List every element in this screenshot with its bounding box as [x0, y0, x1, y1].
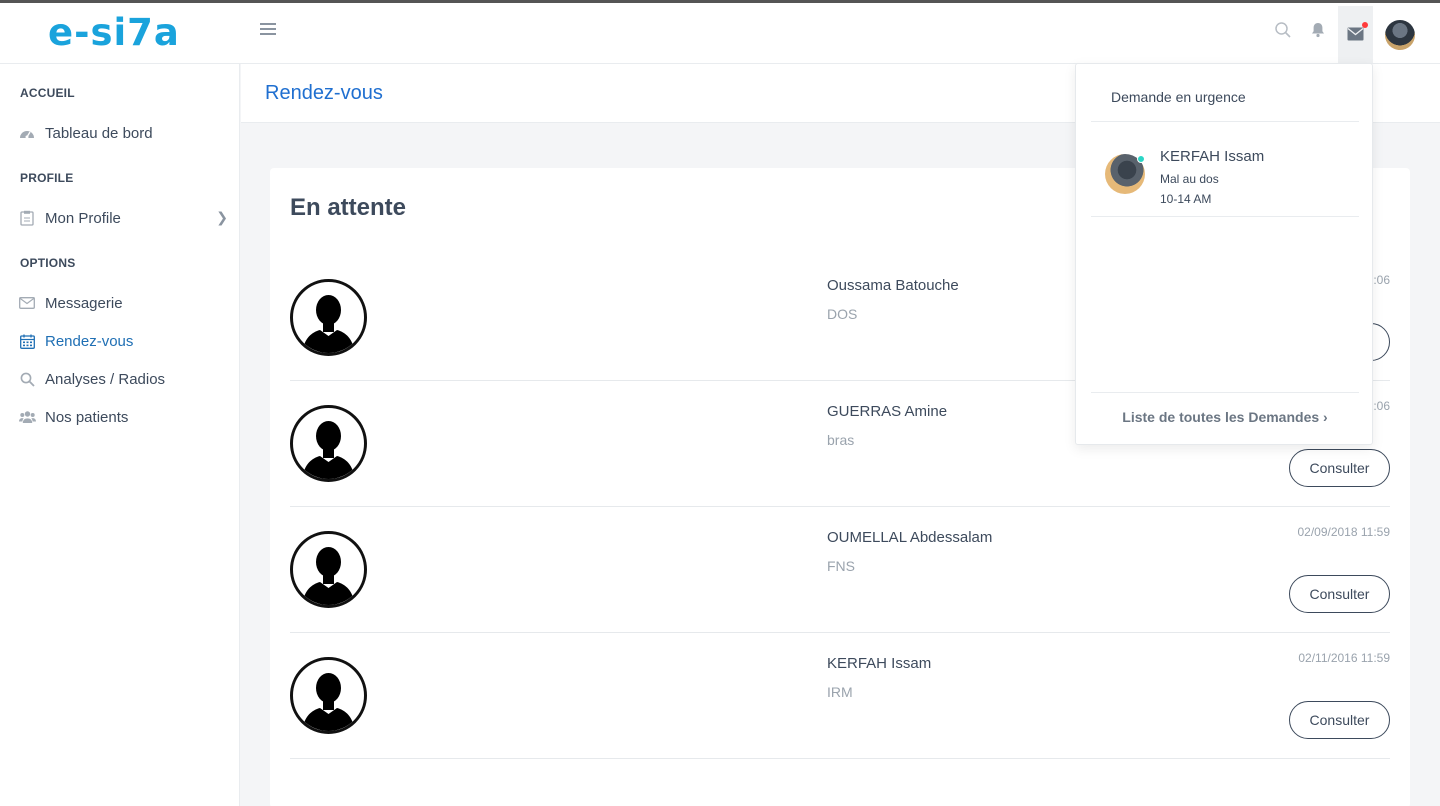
urgent-requests-dropdown: Demande en urgence KERFAH Issam Mal au d…: [1075, 63, 1373, 445]
sidebar-section-options: OPTIONS: [20, 256, 76, 270]
users-icon: [18, 408, 36, 426]
logo[interactable]: e-si7a: [48, 11, 180, 54]
sidebar-section-profile: PROFILE: [20, 171, 74, 185]
consult-button[interactable]: Consulter: [1289, 575, 1390, 613]
menu-icon[interactable]: [260, 23, 276, 37]
sidebar-item-label: Messagerie: [45, 294, 123, 312]
consult-button[interactable]: Consulter: [1289, 701, 1390, 739]
clipboard-icon: [18, 209, 36, 227]
chevron-right-icon: ›: [1323, 409, 1328, 425]
patient-avatar: [290, 531, 367, 608]
chevron-right-icon: ❯: [216, 209, 228, 225]
appointment-reason: bras: [827, 432, 855, 448]
patient-name: KERFAH Issam: [827, 655, 932, 672]
appointment-date: 02/11/2016 11:59: [1298, 651, 1390, 665]
mail-icon[interactable]: [1338, 6, 1373, 63]
appointment-reason: IRM: [827, 684, 853, 700]
page-title: Rendez-vous: [265, 82, 383, 104]
search-icon: [18, 370, 36, 388]
patient-name: Oussama Batouche: [827, 277, 959, 294]
table-row: OUMELLAL Abdessalam FNS 02/09/2018 11:59…: [290, 507, 1390, 633]
all-requests-link[interactable]: Liste de toutes les Demandes ›: [1076, 409, 1374, 425]
sidebar-item-label: Analyses / Radios: [45, 370, 166, 388]
divider: [1091, 392, 1359, 393]
sidebar-item-messagerie[interactable]: Messagerie: [0, 288, 240, 318]
search-icon[interactable]: [1274, 21, 1296, 43]
dropdown-header: Demande en urgence: [1111, 89, 1246, 105]
request-time: 10-14 AM: [1160, 192, 1212, 206]
consult-button[interactable]: Consulter: [1289, 449, 1390, 487]
envelope-icon: [18, 294, 36, 312]
online-status-dot: [1137, 155, 1145, 163]
sidebar-item-nos-patients[interactable]: Nos patients: [0, 402, 240, 432]
sidebar-item-label: Nos patients: [45, 408, 129, 426]
all-requests-label: Liste de toutes les Demandes: [1122, 409, 1320, 425]
patient-avatar: [290, 657, 367, 734]
patient-avatar: [290, 279, 367, 356]
notification-dot: [1362, 22, 1368, 28]
request-subject: Mal au dos: [1160, 172, 1219, 186]
appointment-reason: FNS: [827, 558, 855, 574]
patient-name: OUMELLAL Abdessalam: [827, 529, 993, 546]
patient-name: GUERRAS Amine: [827, 403, 948, 420]
sidebar-item-mon-profile[interactable]: Mon Profile ❯: [0, 203, 240, 233]
sidebar: ACCUEIL Tableau de bord PROFILE Mon Prof…: [0, 64, 240, 806]
request-sender-name: KERFAH Issam: [1160, 148, 1265, 165]
appointment-reason: DOS: [827, 306, 858, 322]
sidebar-section-accueil: ACCUEIL: [20, 86, 75, 100]
table-row: KERFAH Issam IRM 02/11/2016 11:59 Consul…: [290, 633, 1390, 759]
urgent-request-item[interactable]: KERFAH Issam Mal au dos 10-14 AM: [1091, 122, 1359, 217]
appointment-date: 02/09/2018 11:59: [1297, 525, 1390, 539]
sidebar-item-tableau-de-bord[interactable]: Tableau de bord: [0, 118, 240, 148]
appointment-date: :06: [1373, 399, 1390, 413]
sidebar-item-label: Tableau de bord: [45, 124, 153, 142]
sidebar-item-label: Mon Profile: [45, 209, 121, 227]
bell-icon[interactable]: [1309, 21, 1331, 43]
sidebar-item-analyses-radios[interactable]: Analyses / Radios: [0, 364, 240, 394]
user-avatar[interactable]: [1385, 20, 1415, 50]
card-title: En attente: [290, 194, 407, 221]
patient-avatar: [290, 405, 367, 482]
dashboard-icon: [18, 124, 36, 142]
appointment-date: :06: [1373, 273, 1390, 287]
sidebar-item-rendez-vous[interactable]: Rendez-vous: [0, 326, 240, 356]
sidebar-item-label: Rendez-vous: [45, 332, 134, 350]
calendar-icon: [18, 332, 36, 350]
top-navbar: e-si7a: [0, 3, 1440, 64]
